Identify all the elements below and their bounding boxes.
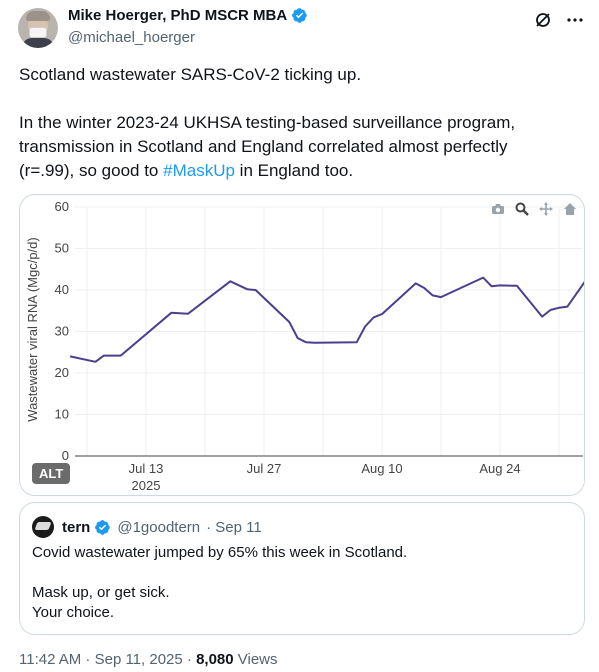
avatar-shirt — [22, 38, 54, 48]
x-tick-label: Aug 10 — [361, 461, 402, 476]
tweet-text-fragment: (r=.99), so good to — [19, 161, 164, 180]
y-tick-label: 50 — [55, 241, 69, 256]
y-tick-label: 10 — [55, 407, 69, 422]
y-tick-label: 20 — [55, 365, 69, 380]
quoted-text-line: Mask up, or get sick. — [32, 584, 170, 601]
views-label: Views — [233, 651, 278, 668]
author-name-row: Mike Hoerger, PhD MSCR MBA — [68, 7, 308, 24]
tweet-metadata: 11:42 AM · Sep 11, 2025 · 8,080 Views — [19, 651, 278, 668]
pan-icon[interactable] — [538, 201, 554, 217]
quoted-tweet-header: tern @1goodtern · Sep 11 — [32, 516, 262, 538]
verified-badge-icon — [292, 8, 307, 23]
tweet-top-actions — [533, 10, 585, 30]
quoted-tweet[interactable]: tern @1goodtern · Sep 11 Covid wastewate… — [19, 502, 585, 635]
y-axis-label: Wastewater viral RNA (Mgc/p/d) — [25, 237, 40, 421]
quoted-tweet-date: · Sep 11 — [206, 518, 262, 536]
media-chart[interactable]: 0 10 20 30 40 50 60 Jul 13 2025 Jul 27 Aug 10 Aug 2… — [19, 194, 585, 496]
avatar-mask — [29, 27, 47, 38]
verified-badge-icon — [95, 519, 111, 535]
quoted-tweet-text: Covid wastewater jumped by 65% this week… — [32, 543, 572, 623]
grok-icon[interactable] — [533, 10, 553, 30]
author-handle[interactable]: @michael_hoerger — [68, 29, 195, 46]
zoom-icon[interactable] — [514, 201, 530, 217]
tweet-text-line: In the winter 2023-24 UKHSA testing-base… — [19, 113, 516, 132]
tweet-text-line: transmission in Scotland and England cor… — [19, 137, 508, 156]
x-tick-label: Aug 24 — [479, 461, 520, 476]
quoted-text-line: Your choice. — [32, 604, 115, 621]
y-tick-label: 60 — [55, 199, 69, 214]
tweet-text-line: Scotland wastewater SARS-CoV-2 ticking u… — [19, 65, 362, 84]
x-tick-label: Jul 27 — [247, 461, 282, 476]
camera-icon[interactable] — [490, 201, 506, 217]
y-tick-label: 30 — [55, 324, 69, 339]
tweet-text-line: (r=.99), so good to #MaskUp in England t… — [19, 159, 579, 183]
tweet-timestamp[interactable]: 11:42 AM · Sep 11, 2025 · — [19, 651, 196, 668]
wastewater-line-chart: 0 10 20 30 40 50 60 Jul 13 2025 Jul 27 Aug 10 Aug 2… — [25, 199, 584, 493]
x-tick-sublabel: 2025 — [132, 478, 161, 493]
author-avatar[interactable] — [18, 8, 58, 48]
tweet-text-fragment: in England too. — [234, 161, 354, 180]
alt-badge[interactable]: ALT — [32, 463, 71, 484]
x-tick-label: Jul 13 — [129, 461, 164, 476]
author-display-name[interactable]: Mike Hoerger, PhD MSCR MBA — [68, 7, 287, 24]
view-count: 8,080 — [196, 651, 234, 668]
data-series-line — [69, 276, 584, 363]
quoted-author-avatar[interactable] — [32, 516, 54, 538]
quoted-text-line: Covid wastewater jumped by 65% this week… — [32, 544, 408, 561]
hashtag-link[interactable]: #MaskUp — [163, 161, 235, 180]
more-options-icon[interactable] — [565, 10, 585, 30]
quoted-author-name[interactable]: tern — [62, 519, 90, 536]
home-icon[interactable] — [562, 201, 578, 217]
tweet-text: Scotland wastewater SARS-CoV-2 ticking u… — [19, 63, 579, 183]
avatar-hair — [26, 11, 50, 21]
y-tick-label: 0 — [62, 448, 69, 463]
chart-modebar — [490, 201, 578, 217]
quoted-author-handle[interactable]: @1goodtern — [117, 519, 200, 536]
y-tick-label: 40 — [55, 282, 69, 297]
